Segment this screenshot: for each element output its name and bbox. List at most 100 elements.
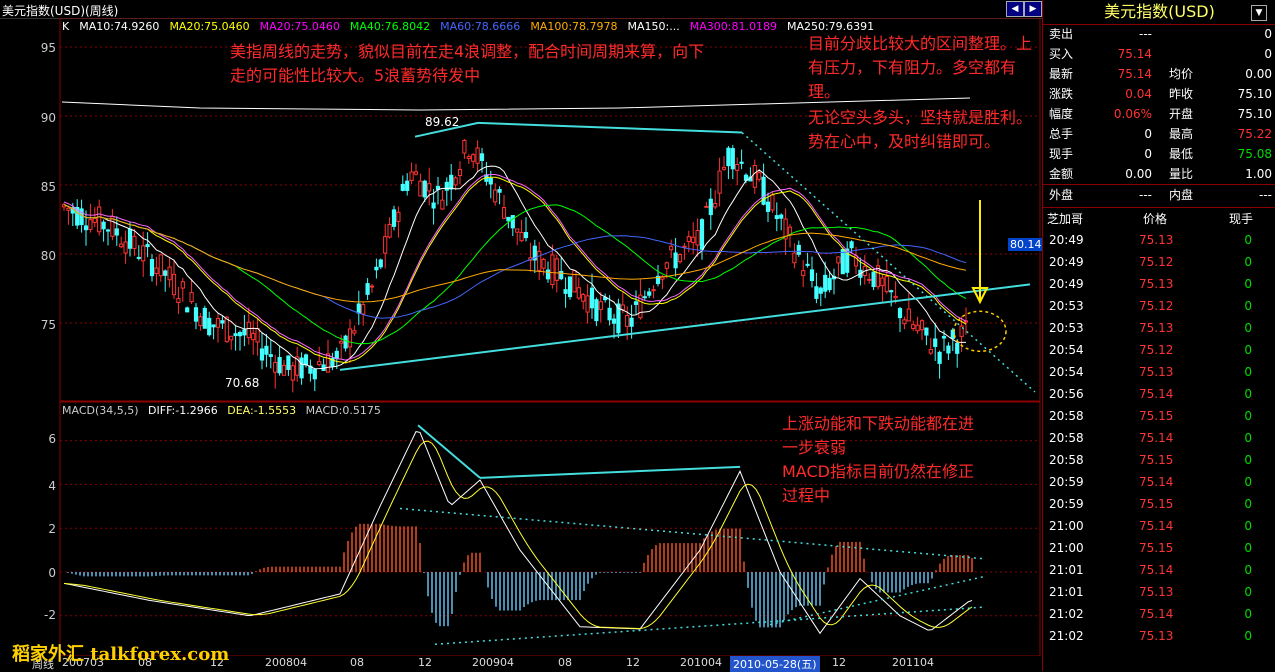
macd-trendline [479, 465, 741, 479]
candle-body [462, 139, 467, 154]
candle-body [180, 281, 185, 289]
macd-params: MACD(34,5,5) [62, 404, 139, 417]
candle-body [163, 270, 168, 276]
quote-row: 最新 75.14 均价 0.00 [1043, 64, 1275, 84]
quote-row: 现手 0 最低 75.08 [1043, 144, 1275, 164]
quote-label: 卖出 [1049, 27, 1074, 41]
candle-body [493, 189, 498, 203]
candle-body [770, 194, 775, 211]
candle-body [625, 315, 630, 327]
candle-body [264, 345, 269, 355]
tick-time: 21:01 [1049, 563, 1084, 577]
tick-volume: 0 [1244, 233, 1252, 247]
candle-body [523, 231, 529, 239]
tick-time: 20:49 [1049, 233, 1084, 247]
candle-body [352, 330, 357, 334]
candle-body [215, 318, 221, 328]
tick-row: 20:54 75.12 0 [1043, 339, 1275, 361]
candle-body [281, 364, 287, 376]
tick-price: 75.12 [1139, 255, 1174, 269]
candle-body [686, 236, 691, 242]
tick-price: 75.13 [1139, 277, 1174, 291]
candle-body [924, 327, 929, 336]
candle-body [427, 183, 432, 192]
candle-body [237, 331, 243, 337]
tick-time: 20:54 [1049, 365, 1084, 379]
moving-average-line [63, 173, 967, 361]
tick-volume: 0 [1244, 387, 1252, 401]
candle-body [726, 147, 731, 167]
quote-value: 0 [1144, 127, 1152, 141]
candle-body [581, 294, 586, 302]
candle-body [919, 320, 925, 331]
candle-body [757, 172, 762, 180]
ma-legend-item: K [62, 20, 70, 33]
candle-body [149, 259, 155, 277]
tick-volume: 0 [1244, 475, 1252, 489]
candle-body [185, 307, 190, 313]
candle-body [550, 254, 555, 286]
price-axis-label: 80 [40, 249, 56, 263]
candle-body [409, 171, 414, 181]
candle-body [796, 244, 801, 255]
candle-body [325, 353, 331, 373]
candle-body [554, 258, 559, 281]
quote-label: 现手 [1049, 147, 1074, 161]
quote-label: 量比 [1169, 167, 1194, 181]
tick-time: 20:53 [1049, 321, 1084, 335]
tick-time: 20:59 [1049, 497, 1084, 511]
tick-volume: 0 [1244, 607, 1252, 621]
candle-body [171, 273, 177, 296]
candle-body [911, 324, 916, 329]
quote-label: 最新 [1049, 67, 1074, 81]
candle-body [413, 171, 419, 175]
quote-label: 最高 [1169, 127, 1194, 141]
candle-body [123, 241, 128, 254]
ticks-header: 芝加哥 价格 现手 [1043, 207, 1275, 230]
dropdown-icon[interactable]: ▼ [1251, 5, 1267, 21]
candle-body [88, 219, 93, 230]
candle-body [286, 355, 291, 370]
moving-average-line [63, 204, 967, 319]
quote-value: 1.00 [1245, 167, 1272, 181]
candle-body [871, 271, 876, 288]
candle-body [933, 338, 938, 347]
candle-body [444, 181, 449, 191]
ticks-header-volume: 现手 [1229, 212, 1254, 226]
tick-time: 20:49 [1049, 255, 1084, 269]
analysis-note-3: 无论空头多头，坚持就是胜利。势在心中，及时纠错即可。 [808, 108, 1033, 151]
tick-row: 20:49 75.13 0 [1043, 273, 1275, 295]
next-arrow-icon[interactable]: ▶ [1024, 1, 1042, 17]
candle-body [233, 333, 238, 337]
candle-body [937, 351, 942, 364]
ticks-list[interactable]: 20:49 75.13 0 20:49 75.12 0 20:49 75.13 02… [1043, 229, 1275, 647]
candle-body [479, 153, 485, 161]
quote-label: 内盘 [1169, 188, 1194, 202]
candle-body [497, 189, 502, 193]
candle-body [559, 270, 564, 280]
quote-value: 0.00 [1125, 167, 1152, 181]
tick-row: 21:02 75.14 0 [1043, 603, 1275, 625]
candle-body [378, 259, 383, 268]
moving-average-line [63, 165, 967, 370]
candle-body [457, 168, 463, 176]
quote-label: 涨跌 [1049, 87, 1074, 101]
candle-body [440, 199, 445, 210]
prev-arrow-icon[interactable]: ◀ [1006, 1, 1024, 17]
candle-body [884, 275, 889, 293]
x-axis-label: 201004 [680, 656, 722, 669]
candle-body [955, 342, 960, 354]
quote-label: 买入 [1049, 47, 1074, 61]
candle-body [699, 219, 705, 250]
candle-body [466, 156, 471, 160]
candle-body [418, 180, 423, 197]
tick-row: 20:58 75.15 0 [1043, 405, 1275, 427]
support-trendline [339, 283, 1031, 371]
tick-row: 20:58 75.14 0 [1043, 427, 1275, 449]
tick-price: 75.13 [1139, 233, 1174, 247]
candle-body [867, 278, 872, 281]
candle-body [207, 317, 212, 336]
candle-body [585, 295, 590, 313]
candle-body [277, 357, 282, 374]
tick-row: 21:00 75.14 0 [1043, 515, 1275, 537]
